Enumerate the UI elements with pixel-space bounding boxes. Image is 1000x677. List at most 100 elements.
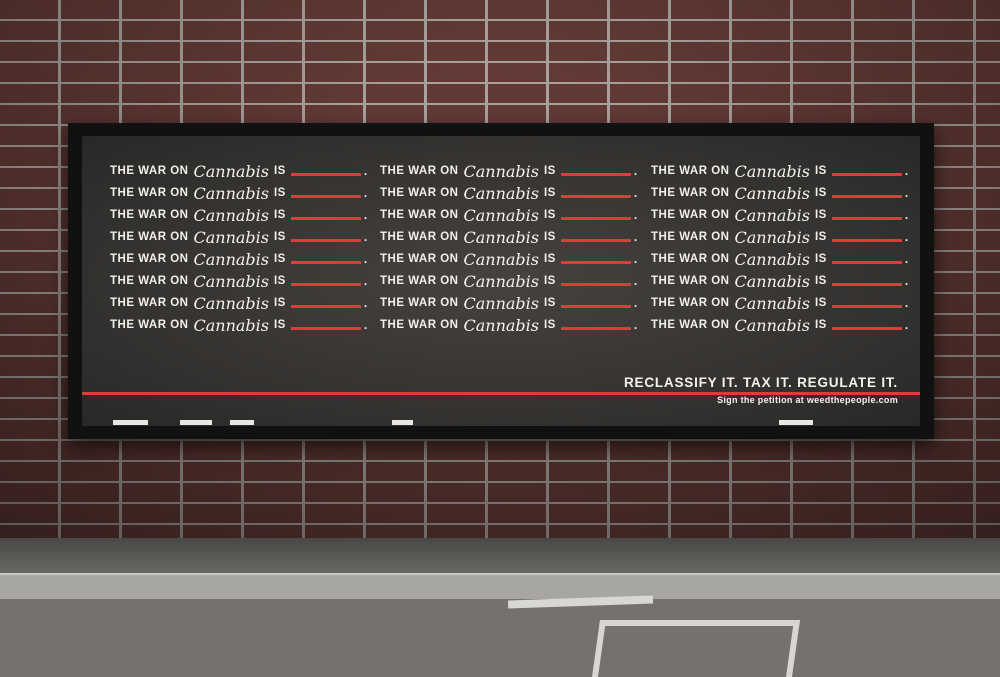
slogan-suffix: IS	[273, 165, 286, 177]
slogan-period: .	[363, 296, 368, 310]
slogan-line: THE WAR ON Cannabis IS.	[380, 248, 640, 270]
slogan-line: THE WAR ON Cannabis IS.	[380, 204, 640, 226]
slogan-period: .	[363, 164, 368, 178]
fill-in-blank	[560, 326, 631, 330]
slogan-word: Cannabis	[463, 161, 539, 181]
slogan-period: .	[904, 186, 909, 200]
slogan-period: .	[904, 318, 909, 332]
slogan-period: .	[904, 208, 909, 222]
slogan-line: THE WAR ON Cannabis IS.	[380, 270, 640, 292]
slogan-word: Cannabis	[193, 183, 269, 203]
slogan-prefix: THE WAR ON	[651, 165, 730, 177]
petition-text: Sign the petition at weedthepeople.com	[717, 395, 898, 405]
slogan-line: THE WAR ON Cannabis IS.	[651, 226, 911, 248]
frame-mark	[392, 420, 413, 425]
slogan-prefix: THE WAR ON	[110, 187, 189, 199]
slogan-line: THE WAR ON Cannabis IS.	[380, 314, 640, 336]
slogan-word: Cannabis	[734, 271, 810, 291]
slogan-suffix: IS	[543, 253, 556, 265]
fill-in-blank	[831, 172, 902, 176]
slogan-prefix: THE WAR ON	[651, 231, 730, 243]
slogan-word: Cannabis	[734, 183, 810, 203]
curb	[0, 573, 1000, 601]
slogan-prefix: THE WAR ON	[110, 209, 189, 221]
chalkboard-billboard: RECLASSIFY IT. TAX IT. REGULATE IT. Sign…	[82, 136, 920, 426]
slogan-word: Cannabis	[734, 315, 810, 335]
fill-in-blank	[831, 194, 902, 198]
fill-in-blank	[560, 304, 631, 308]
slogan-word: Cannabis	[734, 293, 810, 313]
slogan-period: .	[633, 252, 638, 266]
slogan-word: Cannabis	[734, 161, 810, 181]
slogan-suffix: IS	[543, 275, 556, 287]
slogan-suffix: IS	[814, 297, 827, 309]
fill-in-blank	[290, 216, 361, 220]
slogan-line: THE WAR ON Cannabis IS.	[651, 160, 911, 182]
slogan-suffix: IS	[543, 297, 556, 309]
slogan-prefix: THE WAR ON	[110, 231, 189, 243]
slogan-prefix: THE WAR ON	[110, 297, 189, 309]
slogan-prefix: THE WAR ON	[110, 275, 189, 287]
slogan-word: Cannabis	[734, 205, 810, 225]
slogan-line: THE WAR ON Cannabis IS.	[651, 314, 911, 336]
slogan-suffix: IS	[543, 319, 556, 331]
fill-in-blank	[831, 260, 902, 264]
road	[0, 599, 1000, 677]
slogan-period: .	[904, 296, 909, 310]
slogan-period: .	[633, 164, 638, 178]
slogan-suffix: IS	[273, 275, 286, 287]
slogan-line: THE WAR ON Cannabis IS.	[380, 292, 640, 314]
fill-in-blank	[560, 260, 631, 264]
slogan-word: Cannabis	[463, 249, 539, 269]
slogan-period: .	[633, 208, 638, 222]
fill-in-blank	[290, 194, 361, 198]
slogan-line: THE WAR ON Cannabis IS.	[651, 248, 911, 270]
slogan-line: THE WAR ON Cannabis IS.	[110, 204, 370, 226]
slogan-prefix: THE WAR ON	[651, 187, 730, 199]
slogan-period: .	[633, 186, 638, 200]
slogan-word: Cannabis	[734, 227, 810, 247]
slogan-prefix: THE WAR ON	[651, 297, 730, 309]
slogan-line: THE WAR ON Cannabis IS.	[110, 226, 370, 248]
slogan-prefix: THE WAR ON	[380, 275, 459, 287]
fill-in-blank	[560, 282, 631, 286]
slogan-word: Cannabis	[193, 271, 269, 291]
frame-mark	[113, 420, 148, 425]
fill-in-blank	[290, 326, 361, 330]
slogan-prefix: THE WAR ON	[651, 319, 730, 331]
slogan-word: Cannabis	[463, 205, 539, 225]
slogan-period: .	[363, 318, 368, 332]
slogan-line: THE WAR ON Cannabis IS.	[110, 270, 370, 292]
slogan-word: Cannabis	[193, 227, 269, 247]
slogan-column: THE WAR ON Cannabis IS. THE WAR ON Cannabis I…	[110, 160, 370, 336]
slogan-prefix: THE WAR ON	[651, 253, 730, 265]
slogan-suffix: IS	[814, 187, 827, 199]
slogan-suffix: IS	[273, 253, 286, 265]
slogan-period: .	[363, 186, 368, 200]
slogan-suffix: IS	[273, 209, 286, 221]
slogan-word: Cannabis	[193, 249, 269, 269]
slogan-suffix: IS	[273, 187, 286, 199]
fill-in-blank	[831, 216, 902, 220]
slogan-word: Cannabis	[463, 227, 539, 247]
slogan-prefix: THE WAR ON	[380, 253, 459, 265]
slogan-suffix: IS	[814, 209, 827, 221]
slogan-suffix: IS	[273, 231, 286, 243]
slogan-word: Cannabis	[463, 183, 539, 203]
slogan-suffix: IS	[814, 253, 827, 265]
slogan-period: .	[904, 164, 909, 178]
slogan-suffix: IS	[543, 187, 556, 199]
slogan-suffix: IS	[814, 275, 827, 287]
fill-in-blank	[290, 260, 361, 264]
slogan-word: Cannabis	[193, 293, 269, 313]
tagline: RECLASSIFY IT. TAX IT. REGULATE IT.	[623, 375, 898, 390]
slogan-period: .	[904, 274, 909, 288]
slogan-column: THE WAR ON Cannabis IS. THE WAR ON Cannabis I…	[651, 160, 911, 336]
fill-in-blank	[290, 304, 361, 308]
fill-in-blank	[290, 172, 361, 176]
fill-in-blank	[831, 326, 902, 330]
slogan-period: .	[904, 252, 909, 266]
slogan-prefix: THE WAR ON	[380, 231, 459, 243]
slogan-prefix: THE WAR ON	[380, 209, 459, 221]
frame-mark	[779, 420, 813, 425]
